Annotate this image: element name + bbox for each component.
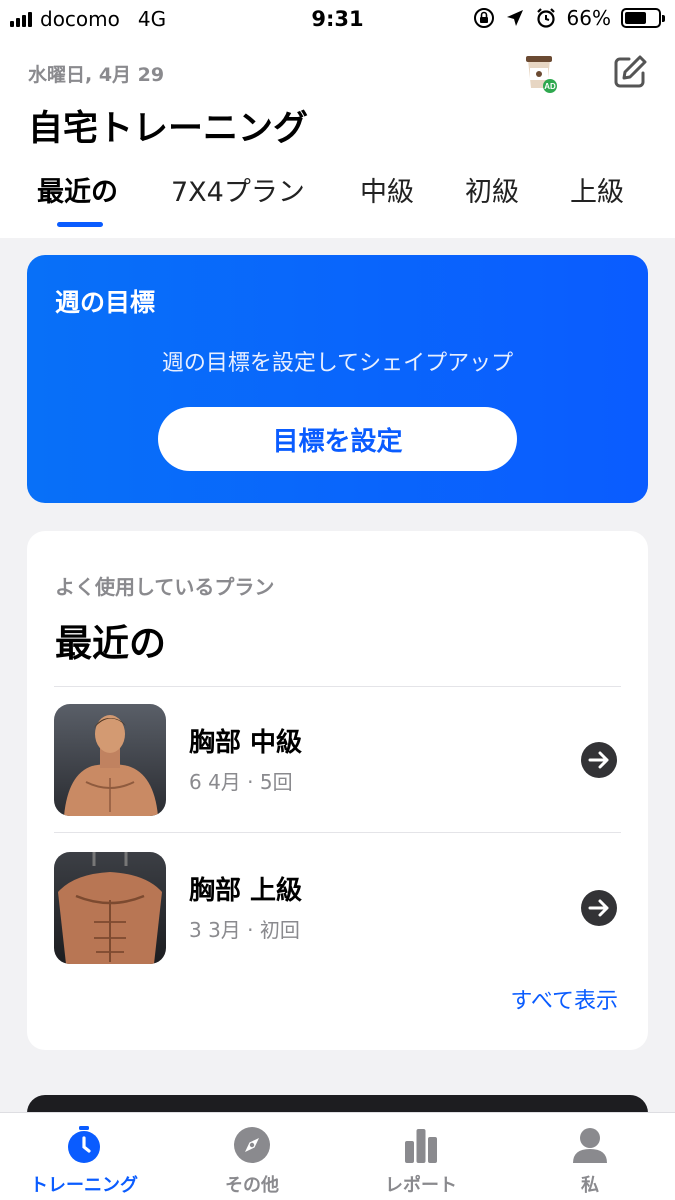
goal-description: 週の目標を設定してシェイプアップ [161,351,514,376]
header: 水曜日, 4月 29 AD 自宅トレーニング 最近の 7X4プラン 中級 初級 … [0,38,675,238]
plan-name: 胸部 中級 [189,728,303,758]
page-title: 自宅トレーニング [28,109,309,149]
tab-advanced[interactable]: 上級 [570,170,624,209]
recent-subtitle: よく使用しているプラン [55,575,275,599]
goal-title: 週の目標 [55,288,156,317]
profile-icon [573,1128,607,1163]
nav-report[interactable]: レポート [337,1113,505,1200]
plan-row-chest-advanced[interactable]: 胸部 上級 3 3月 · 初回 [27,852,648,970]
recent-title: 最近の [55,622,166,665]
orientation-lock-icon [473,8,494,28]
date-label: 水曜日, 4月 29 [28,64,165,86]
plan-row-chest-intermediate[interactable]: 胸部 中級 6 4月 · 5回 [27,704,648,822]
coffee-ad-icon[interactable]: AD [522,52,558,94]
nav-label: レポート [385,1175,457,1196]
arrow-right-icon[interactable] [580,741,618,779]
compass-icon [234,1127,270,1163]
status-right: 66% [473,6,665,30]
view-all-link[interactable]: すべて表示 [510,983,618,1015]
alarm-icon [536,8,555,28]
category-tabs: 最近の 7X4プラン 中級 初級 上級 [0,170,675,230]
bar-chart-icon [405,1129,437,1163]
set-goal-button[interactable]: 目標を設定 [158,407,517,471]
nav-label: トレーニング [30,1175,138,1196]
battery-icon [621,8,665,28]
arrow-right-icon[interactable] [580,889,618,927]
tab-beginner[interactable]: 初級 [465,170,519,209]
plan-meta: 3 3月 · 初回 [189,918,300,942]
divider [54,832,621,833]
tab-recent[interactable]: 最近の [37,170,118,209]
divider [54,686,621,687]
app-screen: docomo 4G 9:31 66% 水曜日, 4月 29 AD 自宅トレーニン… [0,0,675,1200]
weekly-goal-card: 週の目標 週の目標を設定してシェイプアップ 目標を設定 [27,255,648,503]
nav-training[interactable]: トレーニング [0,1113,168,1200]
status-bar: docomo 4G 9:31 66% [0,0,675,38]
ad-badge: AD [544,82,556,91]
plan-thumbnail [54,852,166,964]
bottom-nav: トレーニング その他 レポート 私 [0,1112,675,1200]
nav-me[interactable]: 私 [506,1113,674,1200]
tab-intermediate[interactable]: 中級 [360,170,414,209]
tab-indicator [57,222,103,227]
nav-other[interactable]: その他 [168,1113,336,1200]
timer-icon [68,1126,100,1163]
nav-label: その他 [225,1175,279,1196]
plan-name: 胸部 上級 [189,876,303,906]
nav-label: 私 [581,1175,599,1196]
location-icon [506,10,523,26]
tab-7x4-plan[interactable]: 7X4プラン [171,170,305,209]
edit-icon[interactable] [612,54,648,90]
battery-percent: 66% [566,6,611,30]
plan-meta: 6 4月 · 5回 [189,770,293,794]
recent-plans-card: よく使用しているプラン 最近の 胸部 中級 6 4月 · 5回 胸部 上級 3 … [27,531,648,1050]
plan-thumbnail [54,704,166,816]
